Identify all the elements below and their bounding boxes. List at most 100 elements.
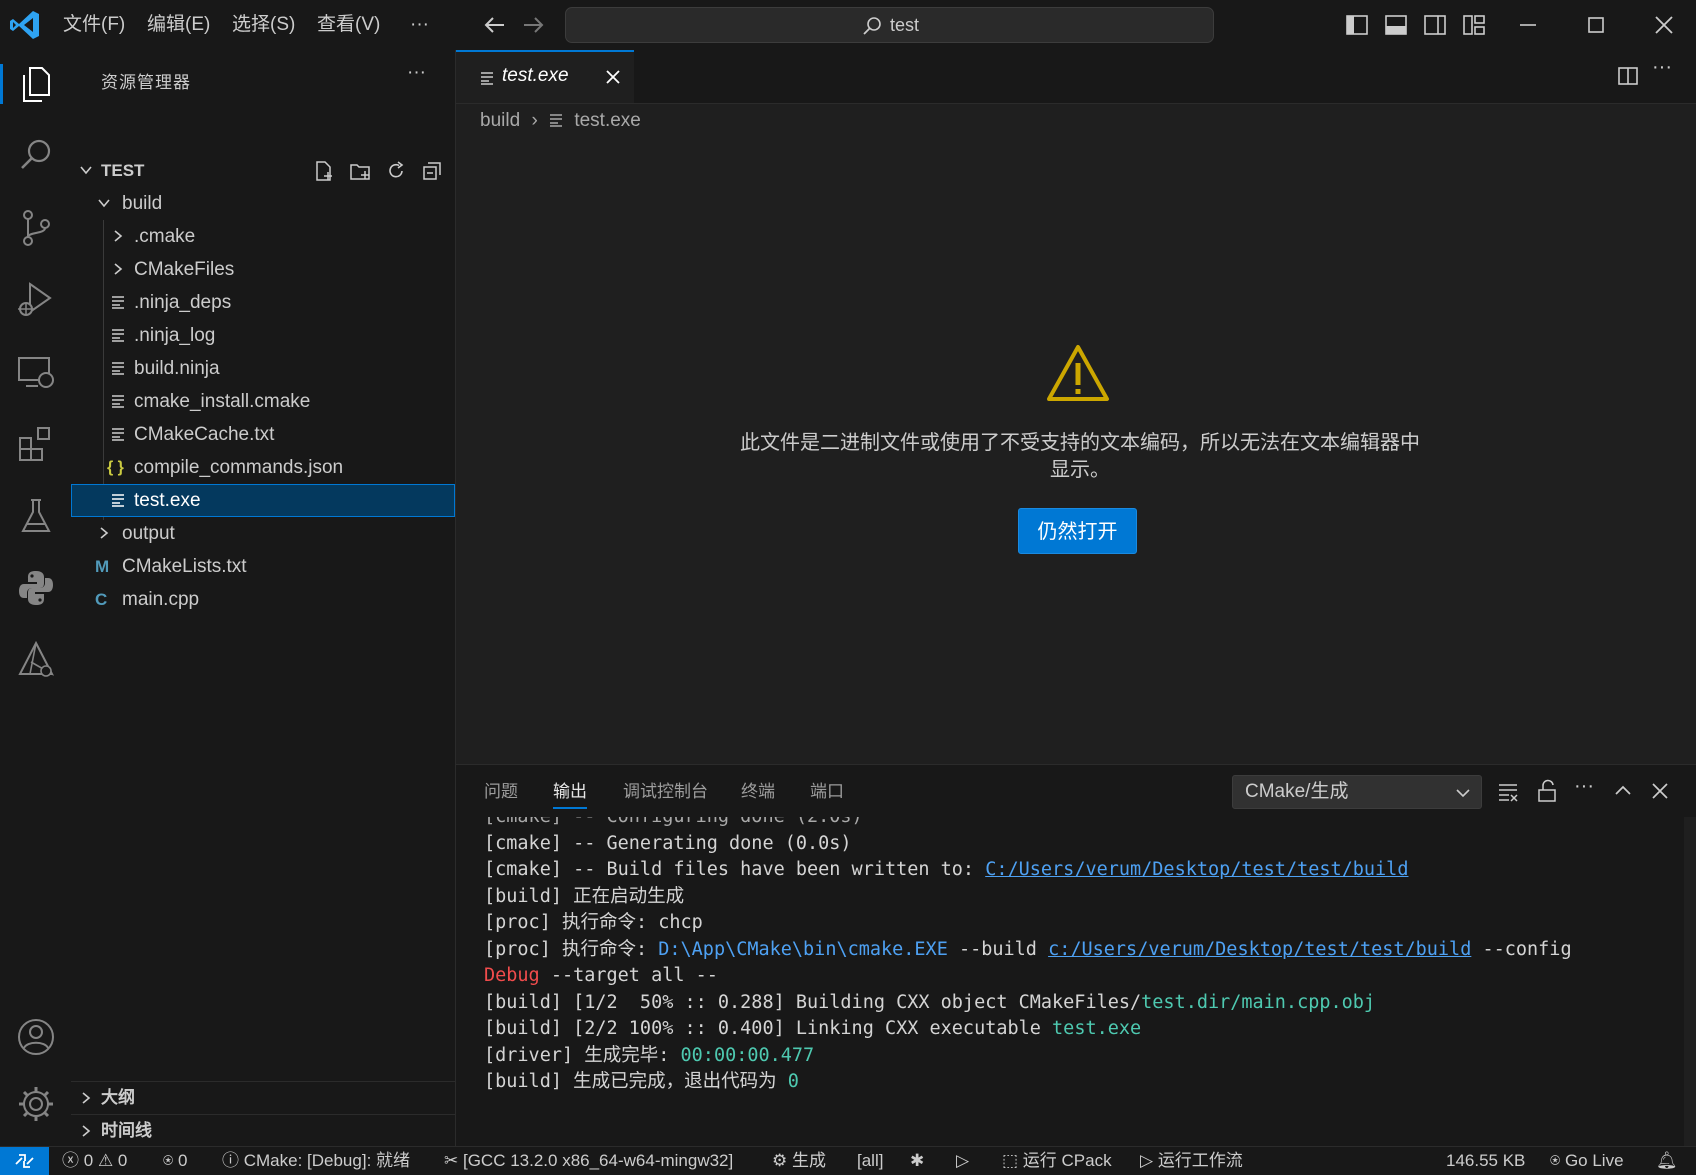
gear-small-icon: ⚙ [772, 1151, 788, 1170]
source-control-icon[interactable] [14, 206, 58, 250]
tree-item-label: CMakeLists.txt [122, 556, 247, 577]
cmake-status[interactable]: ⓘ CMake: [Debug]: 就绪 [222, 1147, 410, 1175]
tab-test-exe[interactable]: test.exe [456, 50, 634, 103]
toggle-secondary-sidebar-icon[interactable] [1422, 12, 1448, 38]
customize-layout-icon[interactable] [1461, 12, 1487, 38]
ports-count: 0 [177, 1151, 188, 1170]
output-line: [cmake] -- Generating done (0.0s) [484, 832, 852, 854]
output-link[interactable]: C:/Users/verum/Desktop/test/test/build [985, 859, 1408, 880]
collapse-all-icon[interactable] [421, 160, 443, 182]
clear-output-icon[interactable] [1497, 781, 1519, 803]
new-file-icon[interactable] [313, 160, 335, 182]
close-window-icon[interactable] [1651, 12, 1677, 38]
editor-tab-bar: test.exe ··· [456, 50, 1696, 104]
split-editor-icon[interactable] [1616, 64, 1640, 88]
output-scrollbar[interactable] [1684, 817, 1696, 1147]
broadcast-icon: ⍟ [1550, 1151, 1561, 1170]
debug-bug-icon[interactable]: ✱ [910, 1147, 924, 1175]
text-file-icon [480, 71, 494, 85]
panel-tab-ports[interactable]: 端口 [810, 777, 844, 807]
python-icon[interactable] [14, 566, 58, 610]
tree-item-label: CMakeCache.txt [134, 424, 275, 445]
open-anyway-button[interactable]: 仍然打开 [1018, 508, 1137, 554]
close-panel-icon[interactable] [1650, 781, 1670, 801]
tree-item-cmakelists[interactable]: M CMakeLists.txt [71, 550, 455, 583]
menu-more[interactable]: ··· [410, 0, 429, 50]
build-button[interactable]: ⚙ 生成 [772, 1147, 826, 1175]
tree-item-build-ninja[interactable]: build.ninja [71, 352, 455, 385]
error-count: 0 [83, 1151, 94, 1170]
panel-tab-problems[interactable]: 问题 [484, 777, 518, 807]
package-icon: ⬚ [1002, 1151, 1019, 1170]
tree-item-build[interactable]: build [71, 187, 455, 220]
toggle-primary-sidebar-icon[interactable] [1344, 12, 1370, 38]
minimize-icon[interactable] [1515, 12, 1541, 38]
settings-gear-icon[interactable] [14, 1082, 58, 1126]
outline-section[interactable]: 大纲 [71, 1081, 455, 1114]
timeline-section[interactable]: 时间线 [71, 1114, 455, 1147]
menu-view[interactable]: 查看(V) [317, 0, 380, 50]
cmake-icon[interactable] [14, 638, 58, 682]
tree-item-cmake-install[interactable]: cmake_install.cmake [71, 385, 455, 418]
breadcrumb-file[interactable]: test.exe [574, 110, 641, 131]
play-icon: ▷ [1140, 1151, 1154, 1170]
problems-status[interactable]: ⓧ 0 ⚠ 0 [62, 1147, 127, 1175]
kit-selector[interactable]: ✂ [GCC 13.2.0 x86_64-w64-mingw32] [444, 1147, 733, 1175]
maximize-panel-icon[interactable] [1613, 781, 1633, 801]
unlock-scroll-icon[interactable] [1536, 779, 1558, 803]
panel-more-actions[interactable]: ··· [1574, 775, 1594, 798]
tree-item-cmakefiles[interactable]: CMakeFiles [71, 253, 455, 286]
explorer-sidebar: 资源管理器 ··· TEST build .cmake CMakeFiles .… [71, 50, 456, 1146]
remote-indicator[interactable] [0, 1147, 49, 1175]
tree-item-main-cpp[interactable]: C main.cpp [71, 583, 455, 616]
menu-selection[interactable]: 选择(S) [232, 0, 295, 50]
text-file-icon [111, 394, 125, 408]
output-link[interactable]: c:/Users/verum/Desktop/test/test/build [1048, 939, 1471, 960]
forward-arrow-icon[interactable] [520, 12, 546, 38]
notifications-bell-icon[interactable]: 🔔︎ [1656, 1147, 1678, 1175]
tree-item-test-exe[interactable]: test.exe [71, 484, 455, 517]
search-text: test [890, 15, 920, 35]
go-live-button[interactable]: ⍟ Go Live [1550, 1147, 1624, 1175]
search-activity-icon[interactable] [14, 134, 58, 178]
maximize-icon[interactable] [1583, 12, 1609, 38]
menu-file[interactable]: 文件(F) [63, 0, 125, 50]
testing-flask-icon[interactable] [14, 494, 58, 538]
sidebar-more-button[interactable]: ··· [407, 62, 426, 84]
target-selector[interactable]: [all] [857, 1147, 883, 1175]
extensions-icon[interactable] [14, 422, 58, 466]
panel-tab-terminal[interactable]: 终端 [741, 777, 775, 807]
output-channel-select[interactable]: CMake/生成 [1232, 775, 1482, 809]
tree-item-cmake-folder[interactable]: .cmake [71, 220, 455, 253]
markdown-m-icon: M [95, 557, 110, 576]
back-arrow-icon[interactable] [482, 12, 508, 38]
tree-item-label: main.cpp [122, 589, 200, 610]
breadcrumb-folder[interactable]: build [480, 110, 520, 131]
toggle-panel-icon[interactable] [1383, 12, 1409, 38]
tree-item-ninja-log[interactable]: .ninja_log [71, 319, 455, 352]
panel-tab-output[interactable]: 输出 [553, 777, 587, 809]
explorer-icon[interactable] [14, 62, 58, 106]
tree-item-label: build.ninja [134, 358, 220, 379]
panel-tab-debug-console[interactable]: 调试控制台 [623, 777, 708, 807]
cpack-button[interactable]: ⬚ 运行 CPack [1002, 1147, 1112, 1175]
command-center-search[interactable]: test [565, 7, 1214, 43]
new-folder-icon[interactable] [349, 160, 371, 182]
tree-item-output[interactable]: output [71, 517, 455, 550]
refresh-icon[interactable] [385, 160, 407, 182]
workflow-button[interactable]: ▷ 运行工作流 [1140, 1147, 1243, 1175]
warning-count: 0 [117, 1151, 128, 1170]
tree-item-compile-commands[interactable]: { } compile_commands.json [71, 451, 455, 484]
ports-status[interactable]: ⍟ 0 [163, 1147, 187, 1175]
accounts-icon[interactable] [14, 1015, 58, 1059]
run-debug-icon[interactable] [14, 278, 58, 322]
file-size: 146.55 KB [1446, 1151, 1526, 1170]
editor-more-actions[interactable]: ··· [1652, 56, 1672, 79]
close-tab-icon[interactable] [604, 68, 622, 86]
remote-explorer-icon[interactable] [14, 350, 58, 394]
vscode-logo-icon[interactable] [8, 9, 42, 41]
tree-item-ninja-deps[interactable]: .ninja_deps [71, 286, 455, 319]
menu-edit[interactable]: 编辑(E) [147, 0, 210, 50]
tree-item-cmakecache[interactable]: CMakeCache.txt [71, 418, 455, 451]
launch-play-icon[interactable]: ▷ [956, 1147, 969, 1175]
